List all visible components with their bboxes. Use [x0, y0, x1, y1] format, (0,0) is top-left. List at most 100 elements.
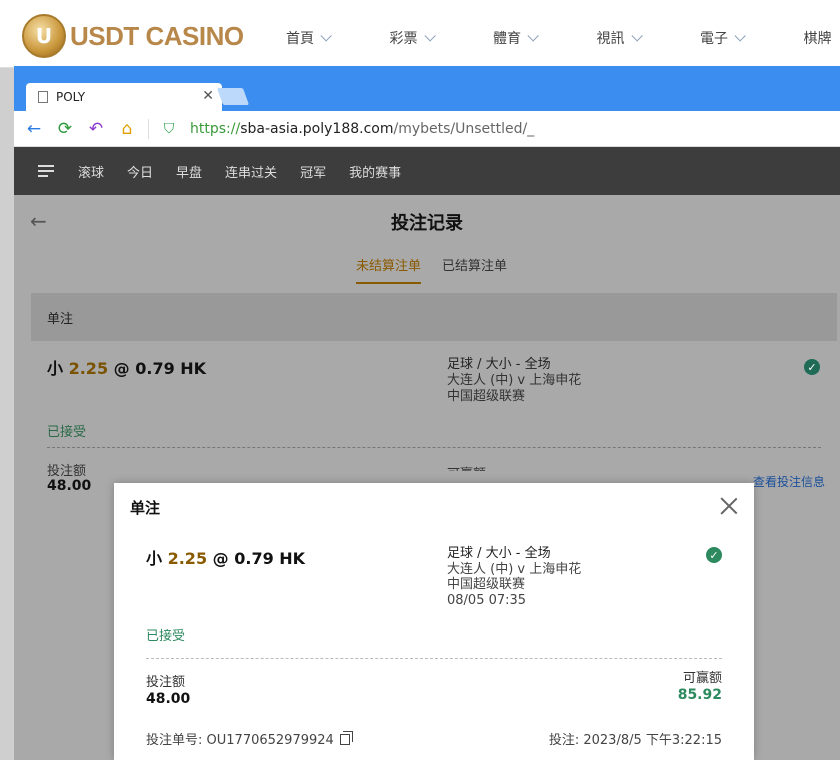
nav-label: 體育	[493, 31, 521, 47]
market-name: 足球 / 大小 - 全场	[447, 546, 551, 561]
league-name: 中国超级联赛	[447, 577, 526, 592]
nav-label: 視訊	[596, 31, 625, 47]
tab-unsettled[interactable]: 未结算注单	[356, 255, 422, 284]
url-path: /mybets/Unsettled/_	[393, 120, 535, 137]
tab-strip: POLY ✕	[14, 66, 840, 111]
nav-live[interactable]: 滚球	[78, 162, 104, 181]
chevron-down-icon	[320, 30, 332, 42]
address-bar: ← ⟳ ↶ ⌂ ⛉ https://sba-asia.poly188.com/m…	[14, 111, 840, 147]
nav-parlay[interactable]: 连串过关	[225, 162, 277, 181]
at-sign: @	[212, 549, 229, 568]
nav-cards[interactable]: 棋牌	[804, 28, 840, 48]
top-nav: 首頁 彩票 體育 視訊 電子 棋牌	[286, 28, 840, 48]
home-icon[interactable]: ⌂	[117, 119, 137, 139]
nav-today[interactable]: 今日	[127, 162, 153, 181]
stake-label: 投注额	[146, 675, 186, 690]
tab-settled[interactable]: 已结算注单	[442, 255, 507, 274]
bet-status: 已接受	[47, 425, 87, 440]
selection-price: 0.79 HK	[135, 359, 207, 378]
payout-label: 可赢额	[447, 463, 486, 471]
nav-label: 彩票	[389, 31, 418, 47]
selection-line: 2.25	[68, 359, 109, 378]
nav-outright[interactable]: 冠军	[300, 162, 326, 181]
url-protocol: https://	[190, 120, 241, 137]
placed-label: 投注:	[548, 733, 580, 748]
nav-slots[interactable]: 電子	[700, 28, 804, 48]
close-tab-icon[interactable]: ✕	[202, 88, 214, 104]
tab-title: POLY	[56, 90, 86, 104]
stake-amount: 48.00	[146, 691, 191, 707]
selection-name: 小	[146, 549, 163, 568]
bet-tabs: 未结算注单 已结算注单	[14, 245, 840, 289]
page-title: 投注记录	[391, 213, 463, 234]
nav-sports[interactable]: 體育	[493, 28, 597, 48]
selection-price: 0.79 HK	[234, 549, 306, 568]
menu-icon[interactable]	[38, 165, 54, 177]
page-icon	[38, 91, 48, 103]
section-header: 单注	[31, 293, 837, 341]
stake-label: 投注额	[47, 464, 87, 479]
reload-icon[interactable]: ⟳	[55, 119, 75, 139]
bet-selection: 小 2.25 @ 0.79 HK	[47, 355, 206, 379]
ticket-number-row: 投注单号: OU1770652979924	[146, 729, 353, 748]
nav-my-events[interactable]: 我的赛事	[349, 162, 401, 181]
url-host: sba-asia.poly188.com	[240, 120, 394, 137]
nav-early[interactable]: 早盘	[176, 162, 202, 181]
logo-text: USDT CASINO	[70, 20, 244, 51]
new-tab-button[interactable]	[216, 88, 250, 105]
view-bet-info-link[interactable]: 查看投注信息	[753, 473, 825, 490]
placed-time-row: 投注: 2023/8/5 下午3:22:15	[549, 729, 722, 748]
match-name: 大连人 (中) v 上海申花	[447, 373, 582, 388]
payout-block: 可赢额 85.92	[678, 671, 722, 703]
league-name: 中国超级联赛	[447, 389, 526, 404]
nav-lottery[interactable]: 彩票	[390, 28, 494, 48]
logo-emblem-icon: U	[22, 14, 66, 58]
title-row: ← 投注记录	[14, 195, 840, 245]
bet-detail-modal: 单注 小 2.25 @ 0.79 HK 足球 / 大小 - 全场 大连人 (中)…	[114, 483, 754, 760]
kickoff-time: 08/05 07:35	[447, 592, 527, 608]
casino-logo[interactable]: U USDT CASINO	[22, 14, 244, 58]
ticket-label: 投注单号:	[146, 733, 203, 748]
selection-name: 小	[47, 359, 64, 378]
url-field[interactable]: https://sba-asia.poly188.com/mybets/Unse…	[190, 121, 534, 137]
at-sign: @	[113, 359, 130, 378]
chevron-down-icon	[630, 30, 643, 42]
modal-title: 单注	[130, 499, 161, 517]
nav-label: 電子	[700, 31, 728, 47]
modal-details: 足球 / 大小 - 全场 大连人 (中) v 上海申花 中国超级联赛 08/05…	[447, 546, 581, 608]
divider	[146, 658, 722, 659]
nav-label: 首頁	[286, 31, 314, 47]
check-icon: ✓	[804, 359, 820, 375]
chevron-down-icon	[734, 30, 746, 42]
nav-home[interactable]: 首頁	[286, 28, 390, 48]
chevron-down-icon	[423, 30, 436, 42]
divider	[47, 447, 821, 448]
shield-icon: ⛉	[163, 120, 175, 137]
divider	[148, 118, 149, 139]
payout-label: 可赢额	[682, 671, 722, 686]
browser-tab[interactable]: POLY ✕	[26, 83, 222, 111]
placed-time: 2023/8/5 下午3:22:15	[583, 733, 722, 748]
site-header: U USDT CASINO 首頁 彩票 體育 視訊 電子 棋牌	[0, 0, 840, 68]
check-icon: ✓	[706, 547, 722, 563]
payout-amount: 85.92	[677, 687, 722, 703]
sports-nav: 滚球 今日 早盘 连串过关 冠军 我的赛事	[14, 147, 840, 195]
stake-amount: 48.00	[47, 478, 92, 494]
bet-status: 已接受	[146, 629, 186, 644]
match-name: 大连人 (中) v 上海申花	[447, 561, 582, 577]
background-strip	[0, 68, 14, 760]
chevron-down-icon	[527, 30, 539, 42]
undo-icon[interactable]: ↶	[86, 119, 106, 139]
nav-label: 棋牌	[803, 31, 832, 47]
stake-block: 投注额 48.00	[146, 675, 190, 707]
close-icon[interactable]	[718, 495, 740, 517]
ticket-number: OU1770652979924	[206, 733, 334, 748]
nav-video[interactable]: 視訊	[597, 28, 701, 48]
copy-icon[interactable]	[339, 731, 353, 745]
market-name: 足球 / 大小 - 全场	[447, 357, 551, 372]
stake-block: 投注额 48.00	[47, 464, 92, 494]
modal-selection: 小 2.25 @ 0.79 HK	[146, 545, 305, 569]
selection-line: 2.25	[167, 549, 208, 568]
bet-details: 足球 / 大小 - 全场 大连人 (中) v 上海申花 中国超级联赛	[447, 357, 581, 405]
back-icon[interactable]: ←	[24, 119, 44, 139]
